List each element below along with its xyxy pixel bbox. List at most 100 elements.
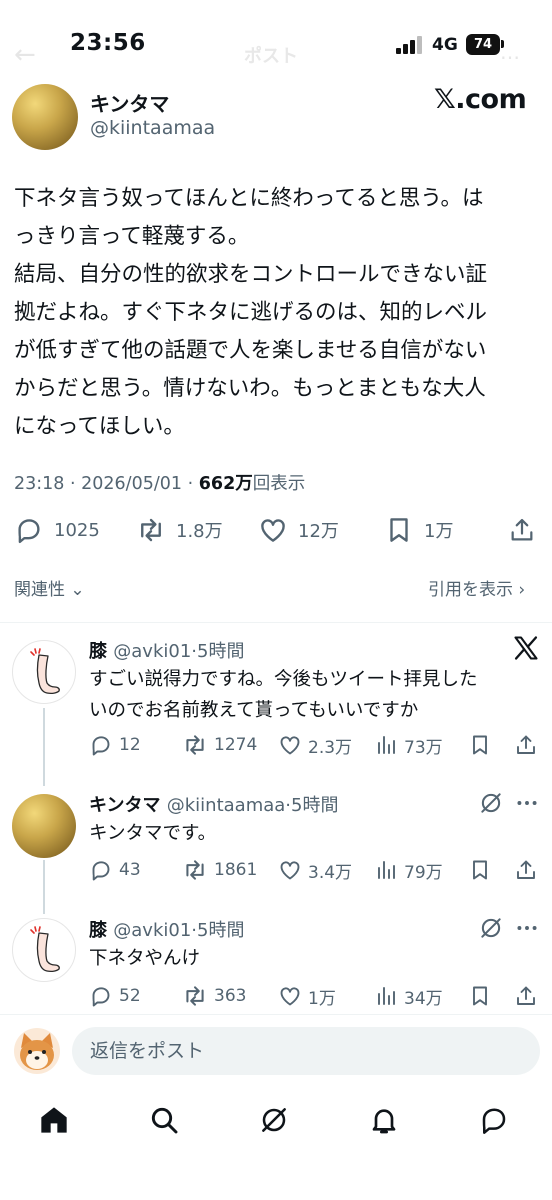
reply-name: キンタマ [89, 795, 161, 816]
more-icon[interactable] [514, 790, 540, 816]
reply-count: 52 [119, 986, 141, 1006]
like-icon [278, 733, 302, 757]
avatar[interactable] [12, 84, 78, 150]
repost-button[interactable]: 1.8万 [136, 512, 223, 548]
tab-messages[interactable] [474, 1100, 514, 1140]
grok-icon[interactable] [478, 915, 504, 941]
reply-text-line: 下ネタやんけ [89, 948, 201, 969]
views-icon [374, 858, 398, 882]
like-icon [278, 984, 302, 1008]
avatar[interactable] [12, 918, 76, 982]
reply-compose-input[interactable] [72, 1027, 540, 1075]
avatar[interactable] [12, 640, 76, 704]
repost-count: 1274 [214, 735, 258, 755]
reply-author[interactable]: 膝 @avki01·5時間 [89, 916, 244, 942]
views-button[interactable]: 34万 [374, 982, 443, 1010]
like-count: 3.4万 [308, 862, 353, 883]
network-type: 4G [432, 35, 458, 55]
share-button[interactable] [514, 731, 544, 759]
reply-button[interactable]: 52 [89, 982, 141, 1010]
bookmark-button[interactable] [468, 731, 498, 759]
reply-time: 5時間 [197, 920, 245, 941]
tab-notifications[interactable] [364, 1100, 404, 1140]
like-count: 1万 [308, 988, 336, 1009]
like-count: 12万 [298, 521, 339, 542]
like-icon [278, 858, 302, 882]
reply-text: 下ネタやんけ [89, 943, 539, 974]
quotes-label: 引用を表示 [428, 580, 513, 600]
avatar[interactable] [14, 1028, 60, 1074]
reply-button[interactable]: 12 [89, 731, 141, 759]
post-text-line: 結局、自分の性的欲求をコントロールできない証 [14, 262, 488, 287]
view-count: 662万 [198, 474, 253, 494]
author-name[interactable]: キンタマ [90, 88, 169, 117]
bookmark-button[interactable]: 1万 [384, 512, 453, 548]
back-arrow-icon[interactable]: ← [14, 40, 36, 70]
bookmark-button[interactable] [468, 856, 498, 884]
sort-relevance-dropdown[interactable]: 関連性 ⌄ [14, 575, 85, 600]
share-button[interactable] [508, 512, 546, 548]
reply-icon [89, 733, 113, 757]
reply-author[interactable]: 膝 @avki01·5時間 [89, 637, 244, 663]
view-label: 回表示 [252, 474, 306, 494]
share-button[interactable] [514, 982, 544, 1010]
grok-icon [258, 1104, 290, 1136]
tab-grok[interactable] [254, 1100, 294, 1140]
home-icon [41, 1107, 67, 1133]
reply-count: 43 [119, 860, 141, 880]
share-icon [508, 516, 536, 544]
reply-button[interactable]: 43 [89, 856, 141, 884]
share-icon [514, 858, 538, 882]
thread-line [43, 708, 45, 786]
post-date[interactable]: 2026/05/01 [81, 474, 182, 494]
avatar[interactable] [12, 794, 76, 858]
messages-icon [478, 1104, 510, 1136]
repost-button[interactable]: 363 [182, 982, 246, 1010]
tab-search[interactable] [144, 1100, 184, 1140]
post-text-line: からだと思う。情けないわ。もっとまともな大人 [14, 376, 486, 401]
share-button[interactable] [514, 856, 544, 884]
status-time: 23:56 [70, 30, 146, 56]
reply-icon [14, 515, 44, 545]
reply-time: 5時間 [197, 641, 245, 662]
like-button[interactable]: 12万 [258, 512, 339, 548]
bookmark-count: 1万 [424, 521, 454, 542]
views-count: 73万 [404, 737, 443, 758]
thread-line [43, 860, 45, 914]
chevron-down-icon: ⌄ [70, 580, 85, 600]
post-time[interactable]: 23:18 [14, 474, 64, 494]
bookmark-button[interactable] [468, 982, 498, 1010]
like-button[interactable]: 2.3万 [278, 731, 352, 759]
reply-handle: @kiintaamaa [166, 795, 286, 816]
like-button[interactable]: 1万 [278, 982, 336, 1010]
reply-name: 膝 [89, 641, 107, 662]
repost-button[interactable]: 1861 [182, 856, 257, 884]
battery-tip [501, 40, 504, 48]
repost-button[interactable]: 1274 [182, 731, 257, 759]
divider [0, 1014, 552, 1015]
x-logo-icon [512, 634, 540, 662]
grok-icon[interactable] [478, 790, 504, 816]
page-title: ポスト [244, 46, 298, 67]
chevron-right-icon: › [518, 580, 526, 600]
author-handle[interactable]: @kiintaamaa [90, 117, 215, 139]
shiba-avatar-icon [20, 1033, 54, 1070]
bookmark-icon [468, 733, 492, 757]
share-icon [514, 984, 538, 1008]
repost-count: 363 [214, 986, 247, 1006]
view-quotes-link[interactable]: 引用を表示 › [428, 575, 525, 600]
more-icon[interactable] [514, 915, 540, 941]
reply-author[interactable]: キンタマ @kiintaamaa·5時間 [89, 791, 338, 817]
tab-home[interactable] [34, 1100, 74, 1140]
reply-handle: @avki01 [113, 920, 192, 941]
like-button[interactable]: 3.4万 [278, 856, 352, 884]
bookmark-icon [468, 858, 492, 882]
signal-icon [396, 36, 422, 54]
views-button[interactable]: 73万 [374, 731, 443, 759]
views-button[interactable]: 79万 [374, 856, 443, 884]
search-icon [151, 1107, 178, 1134]
like-count: 2.3万 [308, 737, 353, 758]
reply-button[interactable]: 1025 [14, 512, 100, 548]
post-meta: 23:18 · 2026/05/01 · 662万回表示 [14, 474, 306, 494]
reply-text: すごい説得力ですね。今後もツイート拝見した いのでお名前教えて貰ってもいいですか [89, 664, 539, 726]
